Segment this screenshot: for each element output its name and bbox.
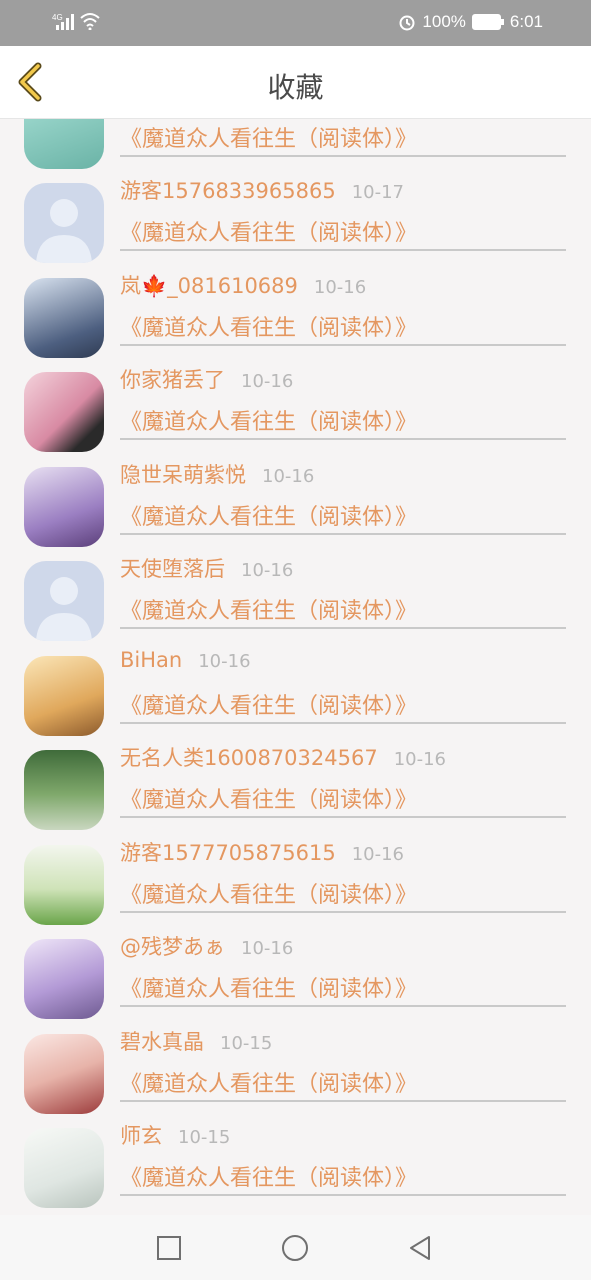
avatar[interactable]: [24, 372, 104, 452]
divider: [120, 627, 566, 629]
signal-icon: 4G: [52, 13, 74, 30]
default-avatar-icon: [36, 199, 92, 263]
date-label: 10-16: [393, 749, 447, 770]
divider: [120, 438, 566, 440]
user-name[interactable]: 岚🍁_081610689: [120, 270, 298, 300]
app-bar: 收藏: [0, 46, 591, 119]
clock-time: 6:01: [509, 12, 543, 31]
user-name[interactable]: 碧水真晶: [120, 1026, 204, 1056]
divider: [120, 249, 566, 251]
avatar[interactable]: [24, 561, 104, 641]
divider: [120, 155, 566, 157]
date-label: 10-17: [351, 182, 405, 203]
list-item[interactable]: 游客1576833965865 10-17 《魔道众人看往生（阅读体）》: [0, 167, 591, 263]
divider: [120, 1194, 566, 1196]
nav-back-button[interactable]: [405, 1233, 435, 1263]
book-title[interactable]: 《魔道众人看往生（阅读体）》: [120, 971, 417, 1003]
date-label: 10-16: [241, 371, 294, 392]
default-avatar-icon: [36, 577, 92, 641]
system-nav-bar: [0, 1215, 591, 1280]
list-item[interactable]: 天使堕落后 10-16 《魔道众人看往生（阅读体）》: [0, 545, 591, 641]
divider: [120, 1100, 566, 1102]
divider: [120, 816, 566, 818]
book-title[interactable]: 《魔道众人看往生（阅读体）》: [120, 499, 417, 531]
user-name[interactable]: @残梦あぁ: [120, 931, 225, 961]
book-title[interactable]: 《魔道众人看往生（阅读体）》: [120, 310, 417, 342]
date-label: 10-16: [241, 560, 294, 581]
date-label: 10-16: [198, 651, 251, 672]
book-title[interactable]: 《魔道众人看往生（阅读体）》: [120, 1160, 417, 1192]
avatar[interactable]: [24, 1128, 104, 1208]
user-name[interactable]: 游客1577705875615: [120, 837, 336, 867]
recents-square-icon: [157, 1236, 181, 1260]
list-item[interactable]: BiHan 10-16 《魔道众人看往生（阅读体）》: [0, 640, 591, 736]
divider: [120, 344, 566, 346]
divider: [120, 533, 566, 535]
avatar[interactable]: [24, 845, 104, 925]
avatar[interactable]: [24, 656, 104, 736]
date-label: 10-15: [178, 1127, 231, 1148]
home-button[interactable]: [280, 1233, 310, 1263]
book-title[interactable]: 《魔道众人看往生（阅读体）》: [120, 1066, 417, 1098]
wifi-icon: [80, 13, 100, 30]
list-item[interactable]: 你家猪丢了 10-16 《魔道众人看往生（阅读体）》: [0, 356, 591, 452]
list-item[interactable]: 游客1577705875615 10-16 《魔道众人看往生（阅读体）》: [0, 829, 591, 925]
avatar[interactable]: [24, 119, 104, 169]
user-name[interactable]: 你家猪丢了: [120, 364, 225, 394]
user-name[interactable]: 游客1576833965865: [120, 175, 336, 205]
book-title[interactable]: 《魔道众人看往生（阅读体）》: [120, 688, 417, 720]
list-item[interactable]: 隐世呆萌紫悦 10-16 《魔道众人看往生（阅读体）》: [0, 451, 591, 547]
divider: [120, 1005, 566, 1007]
divider: [120, 911, 566, 913]
home-circle-icon: [282, 1235, 308, 1261]
book-title[interactable]: 《魔道众人看往生（阅读体）》: [120, 121, 417, 153]
date-label: 10-15: [220, 1033, 273, 1054]
list-item[interactable]: 《魔道众人看往生（阅读体）》: [0, 119, 591, 169]
avatar[interactable]: [24, 278, 104, 358]
back-triangle-icon: [410, 1236, 430, 1260]
list-item[interactable]: 岚🍁_081610689 10-16 《魔道众人看往生（阅读体）》: [0, 262, 591, 358]
user-name[interactable]: 无名人类1600870324567: [120, 742, 378, 772]
avatar[interactable]: [24, 467, 104, 547]
status-bar: 4G 100% 6:01: [0, 0, 591, 46]
date-label: 10-16: [241, 938, 294, 959]
list-item[interactable]: @残梦あぁ 10-16 《魔道众人看往生（阅读体）》: [0, 923, 591, 1019]
avatar[interactable]: [24, 750, 104, 830]
list-item[interactable]: 师玄 10-15 《魔道众人看往生（阅读体）》: [0, 1112, 591, 1208]
book-title[interactable]: 《魔道众人看往生（阅读体）》: [120, 877, 417, 909]
user-name[interactable]: 隐世呆萌紫悦: [120, 459, 246, 489]
list-item[interactable]: 无名人类1600870324567 10-16 《魔道众人看往生（阅读体）》: [0, 734, 591, 830]
user-name[interactable]: 师玄: [120, 1120, 162, 1150]
book-title[interactable]: 《魔道众人看往生（阅读体）》: [120, 782, 417, 814]
svg-text:4G: 4G: [52, 13, 63, 22]
book-title[interactable]: 《魔道众人看往生（阅读体）》: [120, 404, 417, 436]
battery-percent: 100%: [422, 12, 466, 31]
avatar[interactable]: [24, 939, 104, 1019]
battery-icon: [471, 14, 504, 30]
date-label: 10-16: [262, 466, 315, 487]
favorites-list[interactable]: 《魔道众人看往生（阅读体）》 游客1576833965865 10-17 《魔道…: [0, 119, 591, 1215]
recents-button[interactable]: [154, 1233, 184, 1263]
alarm-icon: [399, 15, 415, 31]
page-title: 收藏: [267, 71, 324, 104]
book-title[interactable]: 《魔道众人看往生（阅读体）》: [120, 593, 417, 625]
book-title[interactable]: 《魔道众人看往生（阅读体）》: [120, 215, 417, 247]
avatar[interactable]: [24, 1034, 104, 1114]
date-label: 10-16: [313, 277, 367, 298]
date-label: 10-16: [351, 844, 405, 865]
user-name[interactable]: 天使堕落后: [120, 553, 225, 583]
divider: [120, 722, 566, 724]
avatar[interactable]: [24, 183, 104, 263]
user-name[interactable]: BiHan: [120, 648, 182, 672]
list-item[interactable]: 碧水真晶 10-15 《魔道众人看往生（阅读体）》: [0, 1018, 591, 1114]
